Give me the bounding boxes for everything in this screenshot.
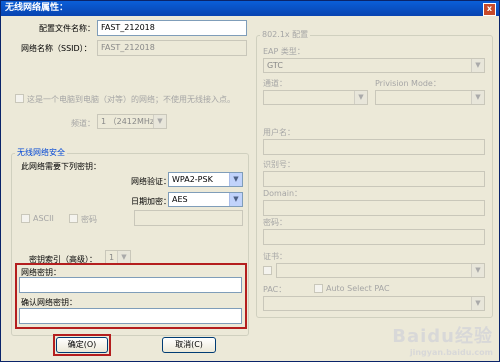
- channel-label: 频道：: [71, 119, 95, 128]
- auth-select[interactable]: WPA2-PSK ▼: [168, 172, 243, 187]
- close-icon[interactable]: x: [483, 3, 496, 16]
- chevron-down-icon: ▼: [471, 264, 484, 277]
- ssid-label: 网络名称（SSID）：: [21, 44, 92, 53]
- tunnel-label: 通道：: [263, 79, 287, 88]
- ok-button[interactable]: 确定(O): [56, 337, 108, 353]
- pac-select[interactable]: ▼: [263, 296, 485, 311]
- channel-select[interactable]: 1 （2412MHz） ▼: [97, 114, 167, 129]
- chevron-down-icon: ▼: [471, 59, 484, 72]
- dot1x-group-title: 802.1x 配置: [260, 29, 311, 40]
- cert-label: 证书：: [263, 252, 287, 261]
- chevron-down-icon: ▼: [471, 91, 484, 104]
- security-group-title: 无线网络安全: [15, 147, 67, 158]
- password-checkbox[interactable]: [69, 214, 78, 223]
- cert-checkbox[interactable]: [263, 266, 272, 275]
- chevron-down-icon: ▼: [229, 193, 242, 206]
- right-password-input[interactable]: [263, 229, 485, 245]
- identity-input[interactable]: [263, 171, 485, 187]
- wep-key-input[interactable]: [134, 210, 243, 226]
- requires-key-label: 此网络需要下列密钥：: [21, 162, 101, 171]
- cancel-button[interactable]: 取消(C): [162, 337, 216, 353]
- domain-input[interactable]: [263, 200, 485, 216]
- wireless-properties-window: 无线网络属性： x 配置文件名称： FAST_212018 网络名称（SSID）…: [0, 0, 500, 362]
- provision-label: Privision Mode：: [375, 79, 441, 88]
- window-title: 无线网络属性：: [5, 3, 69, 13]
- encrypt-value: AES: [172, 195, 188, 204]
- username-label: 用户名：: [263, 128, 295, 137]
- cert-select[interactable]: ▼: [276, 263, 485, 278]
- key-index-value: 1: [109, 253, 115, 262]
- watermark-url: jingyan.baidu.com: [409, 348, 493, 357]
- chevron-down-icon: ▼: [153, 115, 166, 128]
- config-name-input[interactable]: FAST_212018: [97, 20, 247, 36]
- right-password-label: 密码：: [263, 218, 287, 227]
- identity-label: 识别号：: [263, 160, 295, 169]
- watermark-brand: Baidu经验: [392, 326, 493, 347]
- encrypt-label: 日期加密：: [131, 197, 171, 206]
- baidu-watermark: Baidu经验 jingyan.baidu.com: [392, 322, 493, 357]
- encrypt-select[interactable]: AES ▼: [168, 192, 243, 207]
- tunnel-select[interactable]: ▼: [263, 90, 368, 105]
- eap-label: EAP 类型：: [263, 47, 305, 56]
- auth-value: WPA2-PSK: [172, 175, 213, 184]
- password-toggle-label: 密码: [81, 215, 97, 224]
- ascii-label: ASCII: [33, 214, 54, 223]
- chevron-down-icon: ▼: [229, 173, 242, 186]
- highlight-box: [15, 263, 247, 329]
- config-name-label: 配置文件名称：: [39, 24, 95, 33]
- auto-pac-label: Auto Select PAC: [326, 284, 390, 293]
- username-input[interactable]: [263, 139, 485, 155]
- chevron-down-icon: ▼: [354, 91, 367, 104]
- pac-label: PAC：: [263, 285, 287, 294]
- eap-value: GTC: [267, 61, 283, 70]
- eap-select[interactable]: GTC ▼: [263, 58, 485, 73]
- ssid-input[interactable]: FAST_212018: [97, 40, 247, 56]
- title-bar: 无线网络属性： x: [1, 1, 499, 16]
- adhoc-label: 这是一个电脑到电脑（对等）的网络；不使用无线接入点。: [27, 95, 235, 104]
- adhoc-checkbox[interactable]: [15, 94, 24, 103]
- domain-label: Domain：: [263, 189, 303, 198]
- auto-pac-checkbox[interactable]: [314, 284, 323, 293]
- ascii-checkbox[interactable]: [21, 214, 30, 223]
- auth-label: 网络验证：: [131, 177, 171, 186]
- chevron-down-icon: ▼: [471, 297, 484, 310]
- provision-select[interactable]: ▼: [375, 90, 485, 105]
